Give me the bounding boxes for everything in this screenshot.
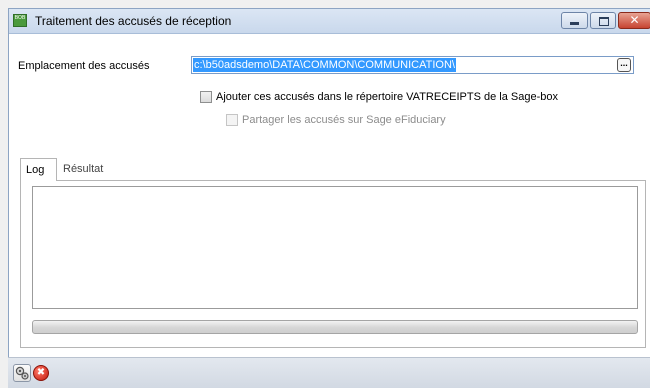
app-icon: BOB bbox=[13, 14, 27, 27]
maximize-icon bbox=[599, 17, 609, 26]
title-bar[interactable]: BOB Traitement des accusés de réception … bbox=[9, 9, 650, 34]
cancel-icon: ✖ bbox=[33, 365, 49, 381]
close-icon: ✕ bbox=[629, 13, 640, 27]
location-label: Emplacement des accusés bbox=[18, 60, 150, 72]
share-efiduciary-label: Partager les accusés sur Sage eFiduciary bbox=[242, 114, 446, 126]
run-button[interactable] bbox=[13, 364, 31, 382]
gears-icon bbox=[15, 366, 29, 380]
log-textarea[interactable] bbox=[32, 186, 638, 309]
minimize-button[interactable] bbox=[561, 12, 588, 29]
close-button[interactable]: ✕ bbox=[618, 12, 650, 29]
minimize-icon bbox=[570, 22, 579, 25]
window-title: Traitement des accusés de réception bbox=[35, 14, 232, 28]
maximize-button[interactable] bbox=[590, 12, 616, 29]
add-receipts-label[interactable]: Ajouter ces accusés dans le répertoire V… bbox=[216, 91, 558, 103]
browse-button[interactable]: ... bbox=[617, 58, 631, 72]
tab-resultat[interactable]: Résultat bbox=[58, 158, 108, 180]
cancel-button[interactable]: ✖ bbox=[32, 364, 50, 382]
tab-log[interactable]: Log bbox=[20, 158, 57, 181]
bottom-toolbar: ✖ bbox=[8, 357, 650, 388]
location-input[interactable]: c:\b50adsdemo\DATA\COMMON\COMMUNICATION\… bbox=[191, 56, 634, 74]
add-receipts-checkbox[interactable] bbox=[200, 91, 212, 103]
share-efiduciary-checkbox[interactable] bbox=[226, 114, 238, 126]
location-value[interactable]: c:\b50adsdemo\DATA\COMMON\COMMUNICATION\ bbox=[193, 58, 456, 72]
progress-bar bbox=[32, 320, 638, 334]
